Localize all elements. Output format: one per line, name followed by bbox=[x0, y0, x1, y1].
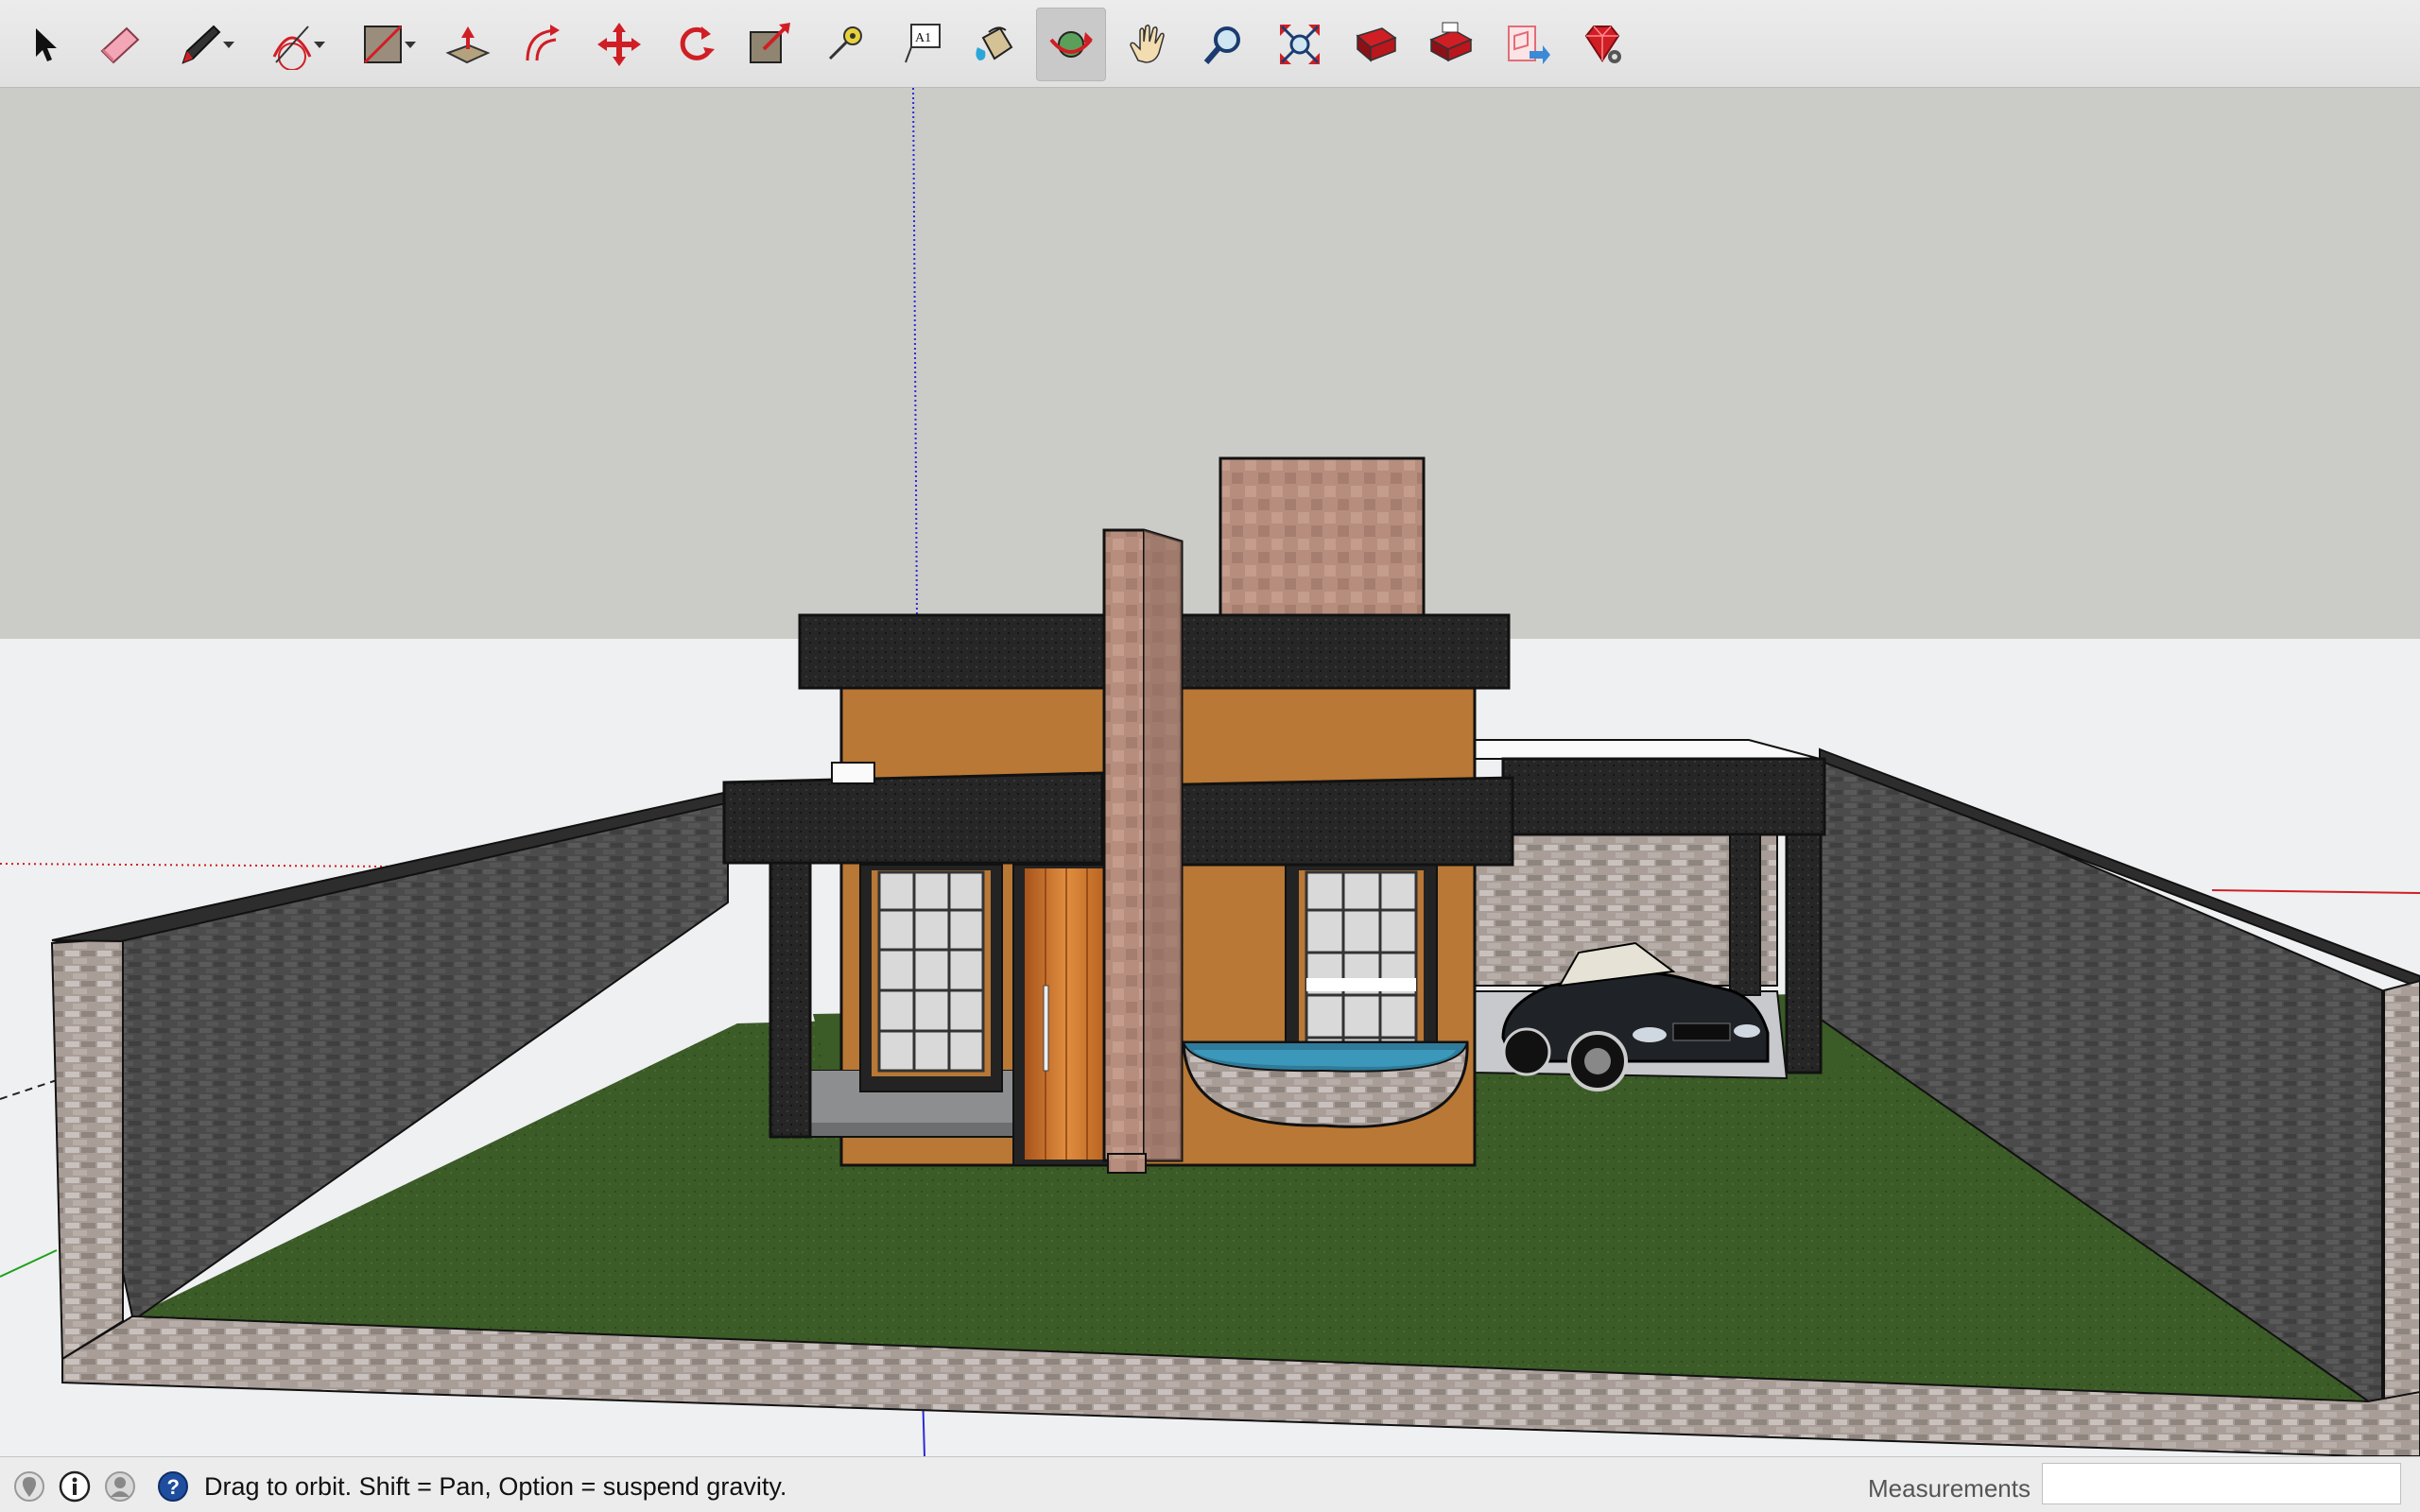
chevron-down-icon[interactable] bbox=[223, 42, 234, 48]
rotate-tool[interactable] bbox=[660, 8, 730, 81]
carport-roof bbox=[1501, 757, 1826, 836]
rectangle-icon bbox=[363, 25, 403, 64]
model-viewport[interactable] bbox=[0, 88, 2420, 1456]
warehouse-icon bbox=[1356, 27, 1397, 62]
arc-tool[interactable] bbox=[257, 8, 327, 81]
layout-icon bbox=[1508, 26, 1550, 64]
tape-measure-icon bbox=[828, 26, 862, 60]
chevron-down-icon[interactable] bbox=[405, 42, 416, 48]
pan-tool[interactable] bbox=[1114, 8, 1184, 81]
line-tool[interactable] bbox=[166, 8, 236, 81]
pencil-icon bbox=[182, 25, 221, 64]
move-icon bbox=[597, 23, 641, 66]
status-bar: ? Drag to orbit. Shift = Pan, Option = s… bbox=[0, 1456, 2420, 1512]
front-door bbox=[1012, 864, 1113, 1166]
carport-pillar bbox=[1785, 833, 1823, 1074]
extension-warehouse-icon bbox=[1429, 22, 1473, 62]
eraser-icon bbox=[100, 26, 140, 64]
porch-roof-right bbox=[1142, 776, 1514, 867]
move-tool[interactable] bbox=[584, 8, 654, 81]
orbit-tool[interactable] bbox=[1036, 8, 1106, 81]
text-tool[interactable]: A1 bbox=[889, 8, 959, 81]
extension-manager-tool[interactable] bbox=[1567, 8, 1637, 81]
select-arrow-icon bbox=[36, 28, 57, 61]
text-icon: A1 bbox=[905, 24, 941, 63]
magnifier-icon bbox=[1203, 26, 1240, 64]
svg-text:?: ? bbox=[167, 1475, 180, 1499]
paint-bucket-tool[interactable] bbox=[960, 8, 1030, 81]
chevron-down-icon[interactable] bbox=[314, 42, 325, 48]
ruby-gem-icon bbox=[1584, 26, 1621, 63]
paint-bucket-icon bbox=[976, 26, 1013, 60]
offset-tool[interactable] bbox=[509, 8, 579, 81]
help-icon[interactable]: ? bbox=[157, 1470, 189, 1503]
push-pull-tool[interactable] bbox=[433, 8, 503, 81]
arc-icon bbox=[272, 26, 312, 70]
svg-text:A1: A1 bbox=[915, 31, 931, 45]
porch-roof-left bbox=[722, 771, 1104, 865]
zoom-tool[interactable] bbox=[1189, 8, 1259, 81]
geolocation-icon[interactable] bbox=[13, 1470, 45, 1503]
offset-icon bbox=[526, 25, 560, 61]
window-left bbox=[859, 864, 1003, 1092]
push-pull-icon bbox=[445, 26, 491, 64]
sky bbox=[0, 88, 2420, 639]
scale-icon bbox=[750, 23, 790, 63]
eraser-tool[interactable] bbox=[85, 8, 155, 81]
measurements-input[interactable] bbox=[2042, 1463, 2401, 1504]
orbit-icon bbox=[1049, 31, 1093, 58]
hand-icon bbox=[1130, 24, 1165, 63]
scale-tool[interactable] bbox=[735, 8, 805, 81]
zoom-extents-icon bbox=[1280, 25, 1320, 64]
tape-measure-tool[interactable] bbox=[811, 8, 881, 81]
warehouse-tool[interactable] bbox=[1340, 8, 1410, 81]
status-hint: Drag to orbit. Shift = Pan, Option = sus… bbox=[204, 1472, 787, 1501]
rectangle-tool[interactable] bbox=[348, 8, 418, 81]
model-scene bbox=[0, 88, 2420, 1456]
select-tool[interactable] bbox=[9, 8, 79, 81]
credits-icon[interactable] bbox=[59, 1470, 91, 1503]
main-toolbar: A1 bbox=[0, 0, 2420, 88]
porch-pillar-left bbox=[769, 861, 812, 1139]
extension-warehouse-tool[interactable] bbox=[1416, 8, 1486, 81]
send-to-layout-tool[interactable] bbox=[1492, 8, 1562, 81]
user-icon[interactable] bbox=[104, 1470, 136, 1503]
zoom-extents-tool[interactable] bbox=[1265, 8, 1335, 81]
rotate-icon bbox=[680, 26, 715, 60]
measurements-label: Measurements bbox=[1868, 1474, 2031, 1503]
